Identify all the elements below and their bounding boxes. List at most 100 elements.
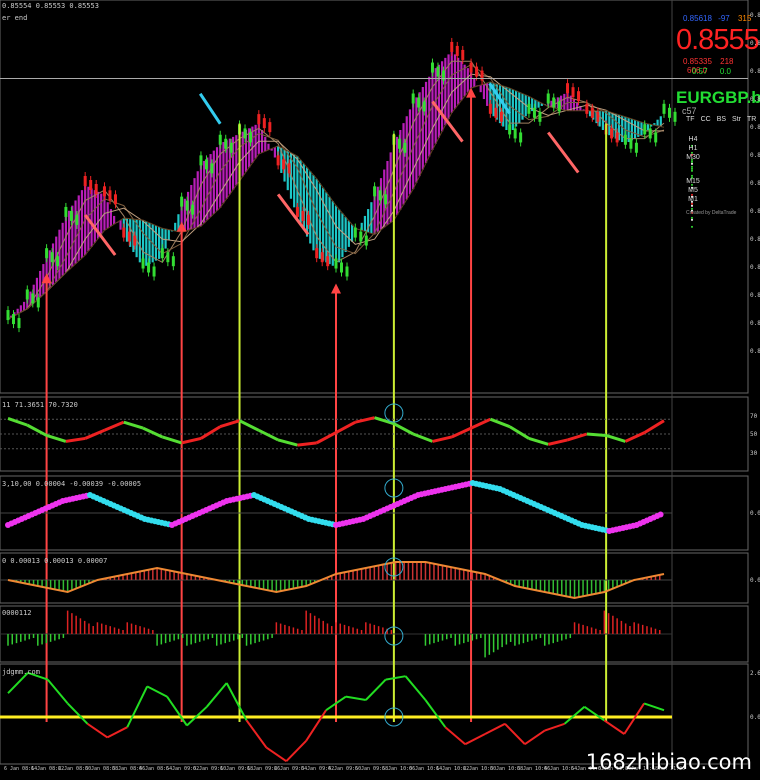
- candle-body: [210, 163, 214, 174]
- hud-low: 0.85335: [683, 57, 712, 66]
- candle-body: [17, 318, 21, 329]
- candle-body: [557, 101, 561, 112]
- rsi-label: 11 71.3651 70.7320: [2, 401, 78, 409]
- header-indicator-name: er end: [2, 14, 28, 22]
- candle-body: [257, 114, 261, 125]
- candle-body: [469, 62, 473, 73]
- candle-body: [326, 256, 330, 267]
- candle-body: [340, 262, 343, 273]
- price-tick: 0.855: [750, 124, 760, 131]
- candle-body: [185, 200, 189, 211]
- candle-body: [147, 262, 151, 273]
- candle-body: [6, 310, 10, 321]
- candle-body: [499, 111, 503, 122]
- hud-bid: 0.85618: [683, 14, 712, 23]
- candle-body: [461, 49, 465, 60]
- candle-body: [494, 107, 498, 118]
- candle-body: [89, 180, 93, 190]
- candle-body: [224, 138, 228, 149]
- candle-body: [480, 70, 484, 81]
- candle-body: [450, 41, 454, 52]
- hud-signal-icon: ▪: [690, 224, 694, 231]
- candle-body: [345, 266, 349, 277]
- candle-body: [25, 289, 29, 300]
- rsi-tick: 30: [750, 450, 758, 457]
- candle-body: [282, 159, 286, 170]
- candle-body: [64, 206, 68, 217]
- hud-tf-label: H1: [688, 145, 698, 152]
- hud-change: -97: [718, 14, 730, 23]
- hud-column-header: BS: [716, 116, 727, 123]
- candle-body: [403, 142, 407, 153]
- hud-tf-label: H4: [688, 136, 698, 143]
- hud-column-header: TR: [746, 116, 757, 123]
- candle-body: [436, 66, 440, 77]
- candle-body: [199, 155, 203, 166]
- candle-body: [634, 142, 638, 153]
- candle-body: [623, 134, 627, 145]
- hud-tf-label: M30: [686, 154, 700, 161]
- candle-body: [141, 258, 145, 269]
- candle-body: [417, 97, 421, 108]
- price-tick: 0.854: [750, 348, 760, 355]
- candle-body: [552, 97, 556, 108]
- current-price: 0.85553: [676, 24, 760, 56]
- candle-body: [488, 103, 492, 114]
- candle-body: [12, 314, 15, 325]
- candle-body: [455, 45, 459, 56]
- ao-tick: 2.64: [750, 670, 760, 677]
- candle-body: [629, 138, 633, 149]
- candle-body: [566, 83, 570, 94]
- candle-body: [662, 103, 666, 114]
- candle-body: [127, 231, 131, 242]
- candle-body: [75, 214, 79, 225]
- candle-body: [615, 132, 619, 143]
- candle-body: [546, 93, 550, 104]
- candle-body: [243, 128, 247, 139]
- candle-body: [31, 293, 35, 304]
- price-tick: 0.855: [750, 96, 760, 103]
- hud-signal-icon: ▪: [690, 168, 694, 175]
- candle-body: [306, 214, 310, 225]
- candle-body: [268, 122, 272, 133]
- hud-signal-icon: ▪: [690, 217, 694, 224]
- hud-tf-label: M5: [688, 187, 698, 194]
- candle-body: [229, 142, 233, 153]
- candle-body: [422, 101, 426, 112]
- candle-body: [152, 266, 156, 277]
- hud-timer: 0:57: [692, 67, 708, 76]
- candle-body: [83, 176, 87, 186]
- candle-body: [50, 252, 54, 263]
- price-tick: 0.854: [750, 320, 760, 327]
- candle-body: [122, 227, 126, 238]
- candle-body: [160, 248, 164, 259]
- candle-body: [411, 93, 415, 104]
- candle-body: [45, 248, 49, 259]
- candle-body: [249, 132, 253, 143]
- candle-body: [108, 190, 112, 201]
- hud-signal-icon: ▪: [690, 203, 694, 210]
- candle-body: [643, 124, 647, 135]
- ao-label: jdgmm.com: [2, 668, 40, 676]
- candle-body: [571, 87, 575, 98]
- candle-body: [94, 184, 98, 194]
- candle-body: [113, 194, 117, 205]
- candle-body: [56, 256, 60, 267]
- candle-body: [364, 235, 368, 246]
- candle-body: [590, 107, 594, 118]
- hist-label: 0000112: [2, 609, 32, 617]
- panel-frame: [0, 663, 749, 765]
- candle-body: [353, 227, 357, 238]
- candle-body: [397, 138, 401, 149]
- candle-body: [513, 128, 517, 139]
- price-tick: 0.854: [750, 264, 760, 271]
- price-tick: 0.855: [750, 180, 760, 187]
- header-prices: 0.85554 0.85553 0.85553: [2, 2, 99, 10]
- candle-body: [430, 62, 434, 73]
- candle-body: [218, 134, 222, 145]
- candle-body: [596, 111, 600, 122]
- hud-tf-label: M1: [688, 196, 698, 203]
- hud-credit: Created by DeltaTrade: [686, 210, 737, 216]
- candle-body: [171, 256, 175, 267]
- rsi-tick: 70: [750, 413, 758, 420]
